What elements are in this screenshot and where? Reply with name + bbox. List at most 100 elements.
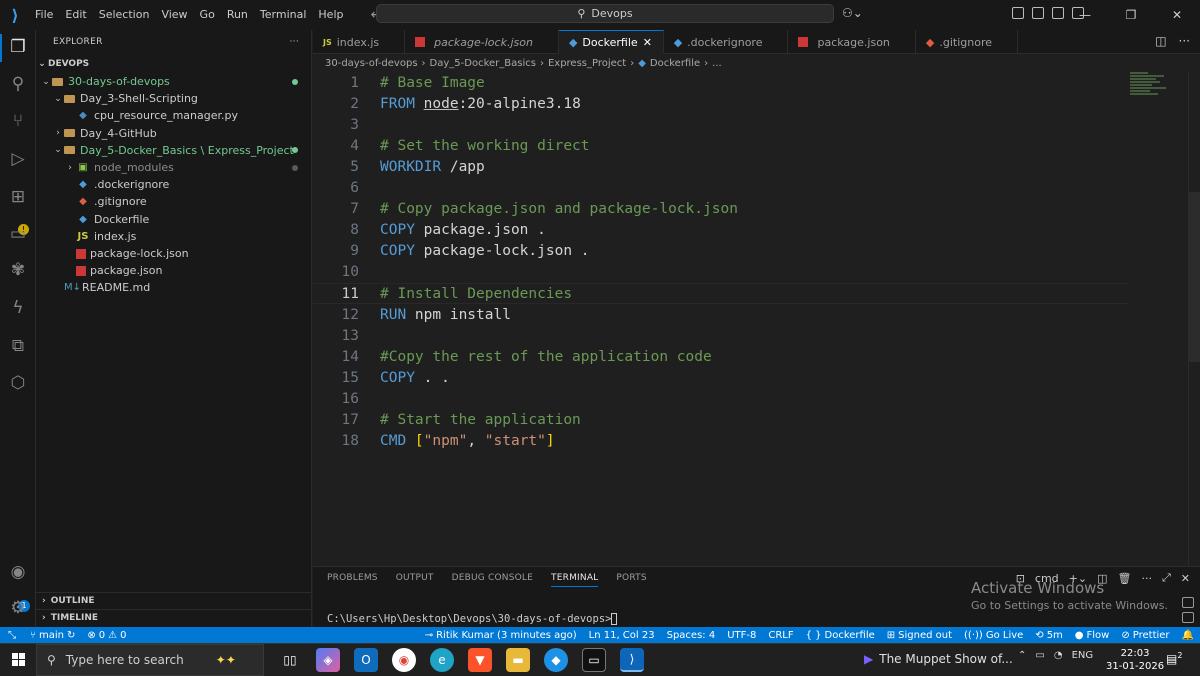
timeline-section[interactable]: › TIMELINE bbox=[36, 609, 312, 626]
maximize-panel-icon[interactable]: ⤢ bbox=[1162, 571, 1171, 585]
code-editor[interactable]: 1 # Base Image 2 FROM node:20-alpine3.18 3 4 #… bbox=[313, 72, 1200, 566]
tree-item[interactable]: M↓ README.md bbox=[36, 279, 312, 296]
lightning-icon[interactable]: ϟ bbox=[6, 296, 30, 320]
tree-item[interactable]: package.json bbox=[36, 262, 312, 279]
menu-help[interactable]: Help bbox=[313, 0, 348, 30]
new-terminal-icon[interactable]: +⌄ bbox=[1069, 572, 1087, 585]
tab-gitignore[interactable]: ◆ .gitignore bbox=[916, 30, 1019, 54]
minimap[interactable] bbox=[1130, 72, 1170, 102]
breadcrumb-item[interactable]: 30-days-of-devops bbox=[325, 58, 418, 69]
remote-indicator-icon[interactable]: ⤡ bbox=[0, 627, 24, 643]
close-panel-icon[interactable]: ✕ bbox=[1181, 572, 1190, 585]
chevron-up-icon[interactable]: ⌃ bbox=[1018, 650, 1026, 661]
minimize-icon[interactable]: — bbox=[1062, 0, 1108, 30]
more-actions-icon[interactable]: ··· bbox=[290, 37, 299, 47]
clock[interactable]: 22:03 31-01-2026 bbox=[1106, 647, 1164, 673]
customize-layout-icon[interactable] bbox=[1012, 7, 1024, 19]
tree-item[interactable]: ⌄ 30-days-of-devops bbox=[36, 73, 312, 90]
battery-icon[interactable]: ▭ bbox=[1035, 650, 1044, 661]
code-line[interactable]: 4 # Set the working direct bbox=[313, 135, 1128, 156]
terminal-name[interactable]: cmd bbox=[1035, 572, 1059, 585]
outline-section[interactable]: › OUTLINE bbox=[36, 592, 312, 609]
code-line[interactable]: 3 bbox=[313, 114, 1128, 135]
edge-icon[interactable]: e bbox=[430, 647, 454, 672]
language-mode[interactable]: { } Dockerfile bbox=[800, 630, 881, 641]
prettier[interactable]: ⊘ Prettier bbox=[1115, 630, 1175, 641]
notifications-bell-icon[interactable]: 🔔 bbox=[1176, 630, 1200, 641]
trash-icon[interactable]: 🗑 bbox=[1118, 572, 1132, 585]
notification-center-icon[interactable]: ▤2 bbox=[1166, 651, 1182, 666]
terminal-output[interactable]: C:\Users\Hp\Desktop\Devops\30-days-of-de… bbox=[327, 613, 618, 625]
indentation[interactable]: Spaces: 4 bbox=[661, 630, 722, 641]
breadcrumb-item[interactable]: Day_5-Docker_Basics bbox=[430, 58, 536, 69]
branch-indicator[interactable]: ⑂ main ↻ bbox=[24, 630, 81, 641]
start-button[interactable] bbox=[0, 653, 36, 666]
file-explorer-icon[interactable]: ▬ bbox=[506, 647, 530, 672]
code-line[interactable]: 14 #Copy the rest of the application code bbox=[313, 346, 1128, 367]
account-icon[interactable]: ◉ bbox=[6, 560, 30, 584]
brave-icon[interactable]: ▼ bbox=[468, 647, 492, 672]
tab-ports[interactable]: PORTS bbox=[616, 573, 646, 587]
timer[interactable]: ⟲ 5m bbox=[1029, 630, 1069, 641]
signed-out[interactable]: ⊞ Signed out bbox=[881, 630, 958, 641]
task-view-icon[interactable]: ▯▯ bbox=[278, 648, 302, 672]
tree-item[interactable]: ◆ .dockerignore bbox=[36, 176, 312, 193]
breadcrumb-item[interactable]: ... bbox=[712, 58, 722, 69]
command-center-search[interactable]: ⚲ Devops bbox=[376, 4, 834, 23]
copilot-app-icon[interactable]: ◈ bbox=[316, 647, 340, 672]
toggle-primary-sidebar-icon[interactable] bbox=[1032, 7, 1044, 19]
code-line[interactable]: 1 # Base Image bbox=[313, 72, 1128, 93]
menu-file[interactable]: File bbox=[30, 0, 58, 30]
tab-terminal[interactable]: TERMINAL bbox=[551, 573, 599, 587]
code-line[interactable]: 8 COPY package.json . bbox=[313, 220, 1128, 241]
code-line[interactable]: 15 COPY . . bbox=[313, 367, 1128, 388]
git-blame[interactable]: ⊸ Ritik Kumar (3 minutes ago) bbox=[419, 630, 583, 641]
workspace-header[interactable]: ⌄ DEVOPS bbox=[36, 55, 312, 72]
remote-explorer-icon[interactable]: ▭ bbox=[6, 222, 30, 246]
breadcrumb-item[interactable]: Express_Project bbox=[548, 58, 626, 69]
tree-item[interactable]: › ▣ node_modules bbox=[36, 159, 312, 176]
more-actions-icon[interactable]: ··· bbox=[1179, 34, 1190, 48]
encoding[interactable]: UTF-8 bbox=[721, 630, 762, 641]
tree-item[interactable]: ⌄ Day_5-Docker_Basics \ Express_Project bbox=[36, 142, 312, 159]
restore-icon[interactable]: ❐ bbox=[1108, 0, 1154, 30]
vscode-taskbar-icon[interactable]: ⟩ bbox=[620, 647, 644, 672]
tab-debug-console[interactable]: DEBUG CONSOLE bbox=[452, 573, 533, 587]
wifi-icon[interactable]: ◔ bbox=[1054, 650, 1063, 661]
tree-item[interactable]: JS index.js bbox=[36, 228, 312, 245]
code-line[interactable]: 7 # Copy package.json and package-lock.js… bbox=[313, 199, 1128, 220]
chrome-icon[interactable]: ◉ bbox=[392, 647, 416, 672]
tab-package-json[interactable]: package.json bbox=[788, 30, 916, 54]
copilot-icon[interactable]: ⚇⌄ bbox=[842, 6, 863, 20]
menu-run[interactable]: Run bbox=[222, 0, 253, 30]
tree-item[interactable]: package-lock.json bbox=[36, 245, 312, 262]
taskbar-search[interactable]: ⚲ Type here to search ✦✦ bbox=[36, 643, 264, 676]
flow[interactable]: ● Flow bbox=[1069, 630, 1116, 641]
close-tab-icon[interactable]: ✕ bbox=[643, 36, 653, 49]
extensions-icon[interactable]: ⊞ bbox=[6, 185, 30, 209]
source-control-icon[interactable]: ⑂ bbox=[6, 109, 30, 133]
code-line[interactable]: 9 COPY package-lock.json . bbox=[313, 241, 1128, 262]
tab-dockerfile[interactable]: ◆ Dockerfile ✕ bbox=[558, 30, 664, 54]
media-widget[interactable]: ▶ The Muppet Show of... bbox=[864, 652, 1013, 666]
containers-icon[interactable]: ⧉ bbox=[6, 334, 30, 358]
language-indicator[interactable]: ENG bbox=[1072, 650, 1094, 661]
code-line[interactable]: 10 bbox=[313, 262, 1128, 283]
tree-item[interactable]: › Day_4-GitHub bbox=[36, 125, 312, 142]
cursor-position[interactable]: Ln 11, Col 23 bbox=[583, 630, 661, 641]
tab-output[interactable]: OUTPUT bbox=[396, 573, 434, 587]
terminal-instance-icon[interactable] bbox=[1182, 612, 1194, 623]
search-icon[interactable]: ⚲ bbox=[6, 72, 30, 96]
gear-icon[interactable]: ⚙ bbox=[6, 596, 30, 620]
code-line[interactable]: 6 bbox=[313, 178, 1128, 199]
go-live[interactable]: ((·)) Go Live bbox=[958, 630, 1029, 641]
scrollbar-thumb[interactable] bbox=[1188, 192, 1200, 362]
code-line[interactable]: 11 # Install Dependencies bbox=[313, 283, 1128, 304]
tab-dockerignore[interactable]: ◆ .dockerignore bbox=[664, 30, 789, 54]
close-icon[interactable]: ✕ bbox=[1154, 0, 1200, 30]
menu-terminal[interactable]: Terminal bbox=[255, 0, 312, 30]
editor-scrollbar[interactable] bbox=[1188, 72, 1200, 566]
tree-item[interactable]: ⌄ Day_3-Shell-Scripting bbox=[36, 90, 312, 107]
tree-item[interactable]: ◆ cpu_resource_manager.py bbox=[36, 107, 312, 124]
tab-problems[interactable]: PROBLEMS bbox=[327, 573, 378, 587]
